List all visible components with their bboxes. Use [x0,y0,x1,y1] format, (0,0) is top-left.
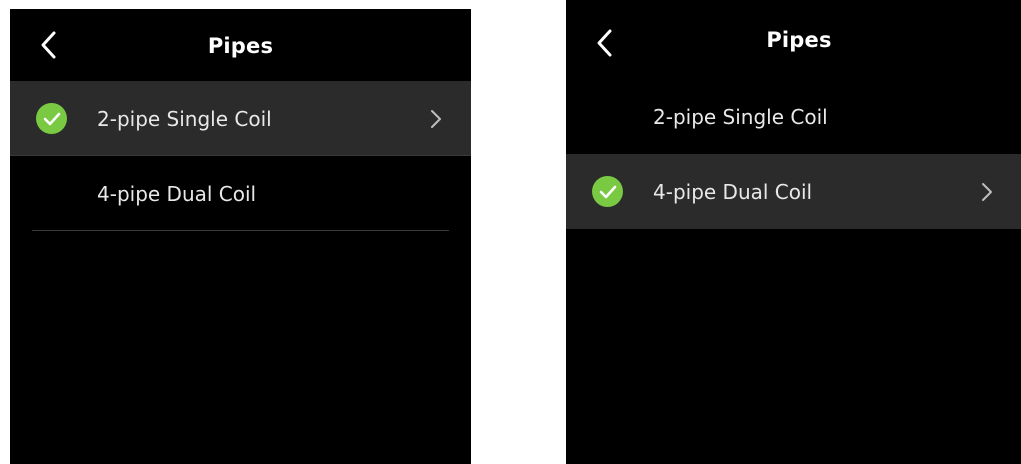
option-2-pipe-single-coil[interactable]: 2-pipe Single Coil [566,79,1021,154]
header: Pipes [566,0,1021,72]
pipes-screen-1: Pipes 2-pipe Single Coil 4-pipe Dual Coi… [10,9,471,464]
option-label: 2-pipe Single Coil [97,106,272,131]
divider [32,230,449,231]
option-label: 2-pipe Single Coil [653,104,828,129]
page-title: Pipes [207,34,274,58]
option-label: 4-pipe Dual Coil [97,181,257,206]
pipe-options-list: 2-pipe Single Coil 4-pipe Dual Coil [566,79,1021,229]
option-4-pipe-dual-coil[interactable]: 4-pipe Dual Coil [566,154,1021,229]
chevron-right-icon [431,109,441,128]
back-button[interactable] [32,25,64,65]
header: Pipes [10,9,471,81]
pipes-screen-2: Pipes 2-pipe Single Coil 4-pipe Dual Coi… [566,0,1021,464]
check-circle-icon [592,176,623,207]
page-title: Pipes [766,28,832,52]
chevron-left-icon [41,31,56,59]
option-4-pipe-dual-coil[interactable]: 4-pipe Dual Coil [10,156,471,231]
check-circle-icon [36,103,67,134]
pipe-options-list: 2-pipe Single Coil 4-pipe Dual Coil [10,81,471,231]
option-label: 4-pipe Dual Coil [653,179,813,204]
chevron-right-icon [982,182,992,201]
option-2-pipe-single-coil[interactable]: 2-pipe Single Coil [10,81,471,156]
